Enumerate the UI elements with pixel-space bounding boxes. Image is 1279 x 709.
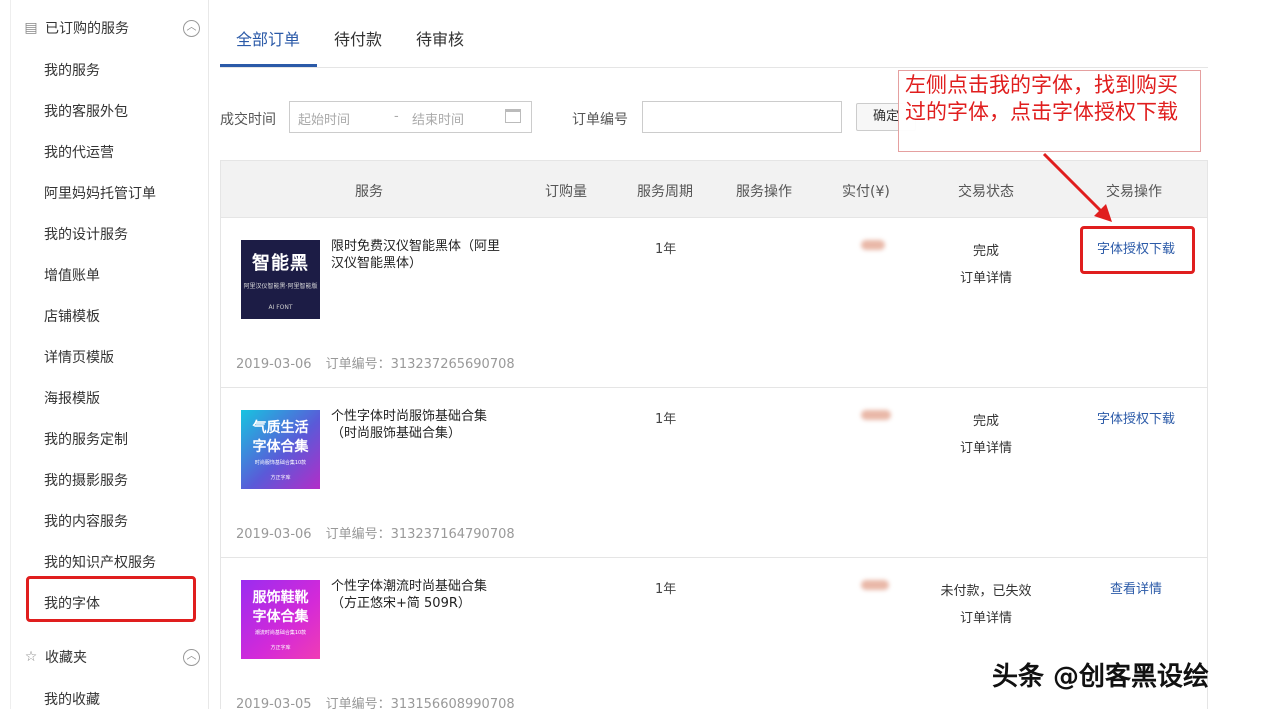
header-quantity: 订购量 bbox=[545, 181, 587, 201]
table-row: 气质生活 字体合集 时尚服饰基础合集10款 方正字库 个性字体时尚服饰基础合集（… bbox=[220, 388, 1208, 558]
sidebar-item-shop-template[interactable]: 店铺模板 bbox=[44, 307, 100, 327]
date-separator: - bbox=[394, 109, 399, 124]
product-thumbnail[interactable]: 智能黑 阿里汉仪智能黑·阿里智能版 AI FONT bbox=[241, 240, 320, 319]
thumb-brand: 方正字库 bbox=[270, 474, 290, 481]
thumb-subtitle: 阿里汉仪智能黑·阿里智能版 bbox=[244, 281, 318, 290]
header-service: 服务 bbox=[355, 181, 383, 201]
tab-all-orders[interactable]: 全部订单 bbox=[236, 26, 300, 50]
trade-status: 未付款，已失效 订单详情 bbox=[921, 578, 1051, 632]
order-no-label: 订单编号 bbox=[572, 109, 628, 129]
sidebar-item-detail-template[interactable]: 详情页模版 bbox=[44, 348, 114, 368]
order-date: 2019-03-05 bbox=[236, 697, 312, 709]
watermark: 头条 @创客黑设绘 bbox=[992, 656, 1209, 693]
view-detail-link[interactable]: 查看详情 bbox=[1066, 578, 1206, 597]
thumb-subtitle: 时尚服饰基础合集10款 bbox=[255, 459, 306, 466]
trade-status: 完成 订单详情 bbox=[921, 238, 1051, 292]
service-period: 1年 bbox=[655, 578, 676, 597]
thumb-title-2: 字体合集 bbox=[253, 608, 309, 627]
thumb-title: 服饰鞋靴 bbox=[253, 589, 309, 608]
sidebar-item-poster-template[interactable]: 海报模版 bbox=[44, 389, 100, 409]
sidebar-item-customer-service[interactable]: 我的客服外包 bbox=[44, 102, 128, 122]
sidebar-item-my-favorites[interactable]: 我的收藏 bbox=[44, 690, 100, 709]
calendar-icon[interactable] bbox=[505, 109, 521, 123]
header-status: 交易状态 bbox=[958, 181, 1014, 201]
start-time-placeholder[interactable]: 起始时间 bbox=[298, 109, 350, 128]
status-text: 未付款，已失效 bbox=[921, 578, 1051, 605]
product-thumbnail[interactable]: 气质生活 字体合集 时尚服饰基础合集10款 方正字库 bbox=[241, 410, 320, 489]
sidebar-item-billing[interactable]: 增值账单 bbox=[44, 266, 100, 286]
product-thumbnail[interactable]: 服饰鞋靴 字体合集 潮流时尚基础合集10款 方正字库 bbox=[241, 580, 320, 659]
annotation-callout: 左侧点击我的字体，找到购买过的字体，点击字体授权下载 bbox=[898, 70, 1201, 152]
header-service-action: 服务操作 bbox=[736, 181, 792, 201]
order-tabs: 全部订单 待付款 待审核 bbox=[220, 0, 1208, 68]
thumb-brand: AI FONT bbox=[268, 304, 292, 311]
sidebar-group-favorites[interactable]: ☆ 收藏夹 ︿ bbox=[11, 637, 210, 677]
star-icon: ☆ bbox=[23, 649, 39, 665]
status-text: 完成 bbox=[921, 238, 1051, 265]
order-detail-link[interactable]: 订单详情 bbox=[921, 435, 1051, 462]
order-number: 订单编号：313156608990708 bbox=[326, 697, 515, 709]
order-meta: 2019-03-06 订单编号：313237164790708 bbox=[236, 523, 529, 542]
sidebar-item-content[interactable]: 我的内容服务 bbox=[44, 512, 128, 532]
paid-amount-blurred bbox=[861, 410, 891, 420]
thumb-title: 气质生活 bbox=[253, 419, 309, 438]
header-period: 服务周期 bbox=[637, 181, 693, 201]
order-number: 订单编号：313237265690708 bbox=[326, 357, 515, 372]
tab-pending-payment[interactable]: 待付款 bbox=[334, 26, 382, 50]
sidebar-item-operations[interactable]: 我的代运营 bbox=[44, 143, 114, 163]
status-text: 完成 bbox=[921, 408, 1051, 435]
paid-amount-blurred bbox=[861, 580, 889, 590]
sidebar-item-photo[interactable]: 我的摄影服务 bbox=[44, 471, 128, 491]
table-row: 智能黑 阿里汉仪智能黑·阿里智能版 AI FONT 限时免费汉仪智能黑体（阿里汉… bbox=[220, 218, 1208, 388]
product-name[interactable]: 个性字体潮流时尚基础合集（方正悠宋+简 509R） bbox=[331, 578, 501, 612]
end-time-placeholder[interactable]: 结束时间 bbox=[412, 109, 464, 128]
tab-pending-review[interactable]: 待审核 bbox=[416, 26, 464, 50]
sidebar-item-custom[interactable]: 我的服务定制 bbox=[44, 430, 128, 450]
date-range-input[interactable]: 起始时间 - 结束时间 bbox=[289, 101, 532, 133]
chevron-up-icon[interactable]: ︿ bbox=[183, 649, 200, 666]
header-paid: 实付(¥) bbox=[842, 181, 890, 201]
order-no-input[interactable] bbox=[642, 101, 842, 133]
product-name[interactable]: 个性字体时尚服饰基础合集（时尚服饰基础合集） bbox=[331, 408, 501, 442]
product-name[interactable]: 限时免费汉仪智能黑体（阿里汉仪智能黑体） bbox=[331, 238, 501, 272]
paid-amount-blurred bbox=[861, 240, 885, 250]
trade-status: 完成 订单详情 bbox=[921, 408, 1051, 462]
document-icon: ▤ bbox=[23, 20, 39, 36]
sidebar-item-my-services[interactable]: 我的服务 bbox=[44, 61, 100, 81]
order-date: 2019-03-06 bbox=[236, 357, 312, 372]
sidebar-item-design[interactable]: 我的设计服务 bbox=[44, 225, 128, 245]
my-fonts-highlight bbox=[26, 576, 196, 622]
service-period: 1年 bbox=[655, 238, 676, 257]
sidebar-item-alimama[interactable]: 阿里妈妈托管订单 bbox=[44, 184, 156, 204]
annotation-arrow bbox=[1030, 150, 1120, 230]
sidebar-group-label: 收藏夹 bbox=[45, 647, 87, 667]
time-label: 成交时间 bbox=[220, 109, 276, 129]
thumb-title: 智能黑 bbox=[252, 249, 309, 275]
thumb-title-2: 字体合集 bbox=[253, 438, 309, 457]
active-tab-underline bbox=[220, 64, 317, 67]
order-meta: 2019-03-05 订单编号：313156608990708 bbox=[236, 693, 529, 709]
order-meta: 2019-03-06 订单编号：313237265690708 bbox=[236, 353, 529, 372]
thumb-subtitle: 潮流时尚基础合集10款 bbox=[255, 629, 306, 636]
service-period: 1年 bbox=[655, 408, 676, 427]
order-date: 2019-03-06 bbox=[236, 527, 312, 542]
download-link-highlight bbox=[1080, 226, 1195, 274]
chevron-up-icon[interactable]: ︿ bbox=[183, 20, 200, 37]
order-detail-link[interactable]: 订单详情 bbox=[921, 605, 1051, 632]
thumb-brand: 方正字库 bbox=[270, 644, 290, 651]
order-detail-link[interactable]: 订单详情 bbox=[921, 265, 1051, 292]
sidebar-group-label: 已订购的服务 bbox=[45, 18, 129, 38]
order-number: 订单编号：313237164790708 bbox=[326, 527, 515, 542]
sidebar-group-subscribed[interactable]: ▤ 已订购的服务 ︿ bbox=[11, 8, 210, 48]
font-license-download-link[interactable]: 字体授权下载 bbox=[1066, 408, 1206, 427]
sidebar-item-ip[interactable]: 我的知识产权服务 bbox=[44, 553, 156, 573]
